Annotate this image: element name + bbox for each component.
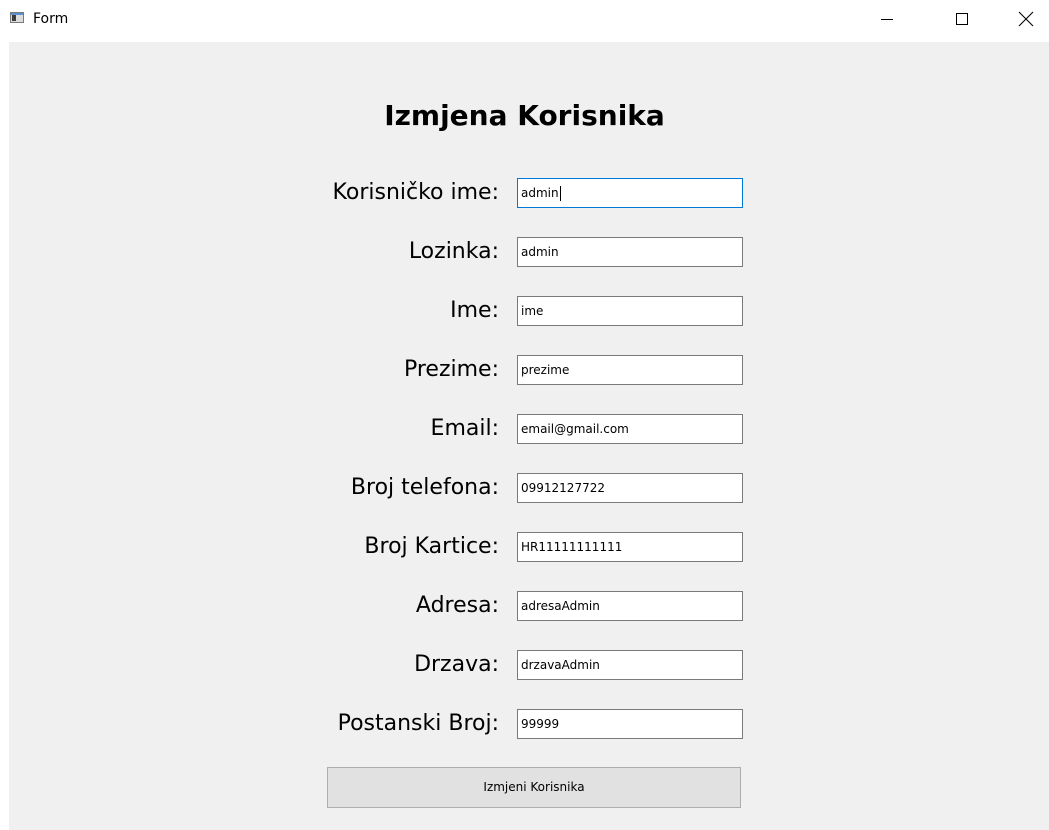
close-button[interactable] [1003,0,1049,38]
email-input[interactable]: email@gmail.com [517,414,743,444]
minimize-icon [881,19,893,20]
title-bar[interactable]: Form [0,0,1049,42]
update-user-button[interactable]: Izmjeni Korisnika [327,767,741,808]
window-title: Form [33,11,69,27]
maximize-icon [956,13,968,25]
country-input[interactable]: drzavaAdmin [517,650,743,680]
first-name-input[interactable]: ime [517,296,743,326]
postal-code-label: Postanski Broj: [337,711,499,736]
password-label: Lozinka: [408,239,499,264]
form-heading: Izmjena Korisnika [384,99,665,132]
postal-code-input[interactable]: 99999 [517,709,743,739]
address-input[interactable]: adresaAdmin [517,591,743,621]
address-label: Adresa: [415,593,499,618]
text-caret [559,186,561,201]
password-input[interactable]: admin [517,237,743,267]
card-number-label: Broj Kartice: [364,534,499,559]
phone-input[interactable]: 09912127722 [517,473,743,503]
form-window: Form Izmjena Korisnika Korisničko ime: a… [0,0,1049,830]
last-name-label: Prezime: [403,357,499,382]
card-number-input[interactable]: HR11111111111 [517,532,743,562]
username-label: Korisničko ime: [332,180,499,205]
phone-label: Broj telefona: [350,475,499,500]
maximize-button[interactable] [939,0,985,38]
close-icon [1018,11,1034,27]
app-icon [10,12,24,23]
first-name-label: Ime: [450,298,499,323]
username-input[interactable]: admin [517,178,743,208]
minimize-button[interactable] [864,0,910,38]
email-label: Email: [430,416,499,441]
last-name-input[interactable]: prezime [517,355,743,385]
country-label: Drzava: [414,652,499,677]
